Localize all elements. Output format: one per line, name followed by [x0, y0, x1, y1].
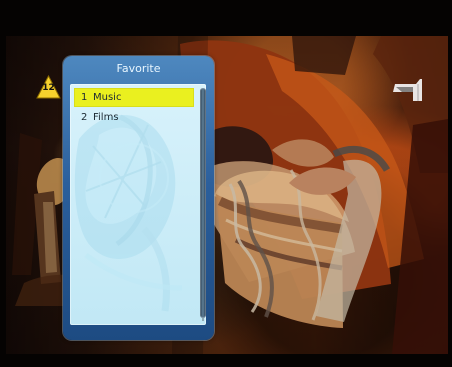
favorite-item-number: 1 — [81, 92, 88, 103]
favorite-item-number: 2 — [81, 112, 88, 123]
rating-badge-icon: 12 — [36, 75, 61, 99]
channel-logo-icon — [391, 79, 425, 101]
tv-screen: 12 Favorite 1 Music 2 Films — [0, 0, 452, 367]
scrollbar-thumb-icon[interactable] — [200, 88, 206, 318]
favorite-panel-title: Favorite — [116, 62, 161, 75]
favorite-item-label: Music — [93, 92, 122, 103]
favorite-item-music[interactable]: 1 Music — [74, 88, 194, 107]
channel-number-logo — [393, 79, 422, 101]
favorite-list[interactable]: 1 Music 2 Films — [70, 84, 206, 325]
favorite-item-label: Films — [93, 112, 119, 123]
rating-badge-text: 12 — [42, 83, 55, 93]
favorite-list-scrollbar[interactable] — [200, 88, 206, 321]
favorite-list-panel: Favorite 1 Music 2 Films — [63, 56, 214, 340]
favorite-item-films[interactable]: 2 Films — [74, 108, 194, 127]
